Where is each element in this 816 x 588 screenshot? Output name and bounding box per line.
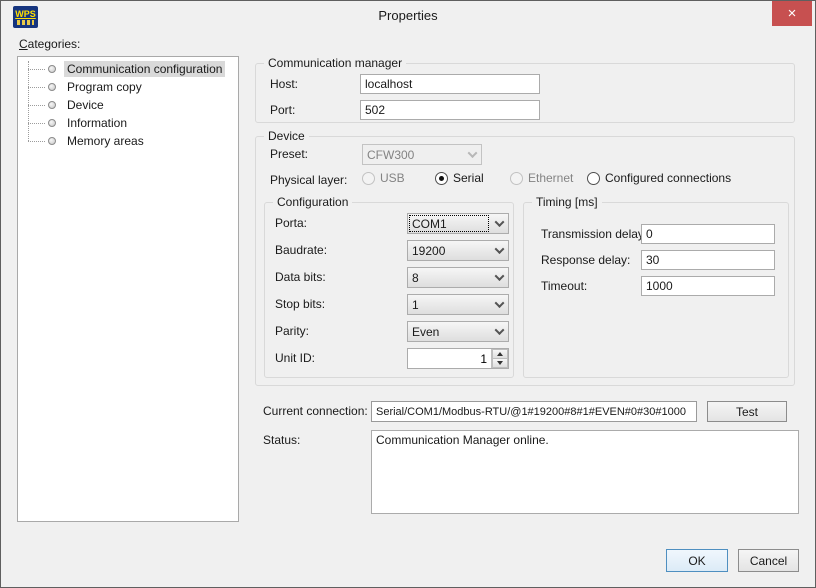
tree-node-icon bbox=[48, 137, 56, 145]
transmission-delay-label: Transmission delay: bbox=[541, 224, 647, 245]
host-label: Host: bbox=[270, 74, 298, 95]
spin-up-button[interactable] bbox=[492, 349, 508, 358]
radio-icon bbox=[587, 172, 600, 185]
chevron-down-icon bbox=[490, 301, 508, 308]
properties-dialog: WPS Properties × Categories: Communicati… bbox=[0, 0, 816, 588]
port-label: Port: bbox=[270, 100, 295, 121]
device-group: Device Preset: CFW300 Physical layer: US… bbox=[255, 136, 795, 386]
stop-bits-combobox[interactable]: 1 bbox=[407, 294, 509, 315]
timeout-input[interactable] bbox=[641, 276, 775, 296]
response-delay-input[interactable] bbox=[641, 250, 775, 270]
timeout-label: Timeout: bbox=[541, 276, 587, 297]
unit-id-spinner[interactable] bbox=[407, 348, 509, 369]
tree-node-icon bbox=[48, 83, 56, 91]
radio-icon bbox=[510, 172, 523, 185]
radio-serial[interactable]: Serial bbox=[435, 170, 484, 186]
status-textarea[interactable] bbox=[371, 430, 799, 514]
spin-down-button[interactable] bbox=[492, 358, 508, 368]
baudrate-label: Baudrate: bbox=[275, 240, 327, 261]
data-bits-combobox[interactable]: 8 bbox=[407, 267, 509, 288]
group-title: Device bbox=[264, 129, 309, 143]
porta-combobox[interactable]: COM1 bbox=[407, 213, 509, 234]
unit-id-label: Unit ID: bbox=[275, 348, 315, 369]
port-input[interactable] bbox=[360, 100, 540, 120]
tree-item-information[interactable]: Information bbox=[18, 114, 238, 132]
transmission-delay-input[interactable] bbox=[641, 224, 775, 244]
chevron-down-icon bbox=[490, 220, 508, 227]
tree-node-icon bbox=[48, 101, 56, 109]
communication-manager-group: Communication manager Host: Port: bbox=[255, 63, 795, 123]
configuration-group: Configuration Porta: COM1 Baudrate: 1920… bbox=[264, 202, 514, 378]
response-delay-label: Response delay: bbox=[541, 250, 630, 271]
close-button[interactable]: × bbox=[772, 1, 812, 26]
physical-layer-label: Physical layer: bbox=[270, 170, 347, 191]
chevron-down-icon bbox=[490, 274, 508, 281]
arrow-up-icon bbox=[497, 352, 503, 356]
porta-label: Porta: bbox=[275, 213, 307, 234]
chevron-down-icon bbox=[490, 247, 508, 254]
window-title: Properties bbox=[1, 1, 815, 31]
radio-usb: USB bbox=[362, 170, 405, 186]
preset-combobox: CFW300 bbox=[362, 144, 482, 165]
preset-label: Preset: bbox=[270, 144, 308, 165]
status-label: Status: bbox=[263, 430, 300, 451]
unit-id-input[interactable] bbox=[408, 349, 490, 368]
tree-node-icon bbox=[48, 65, 56, 73]
chevron-down-icon bbox=[463, 151, 481, 158]
stop-bits-label: Stop bits: bbox=[275, 294, 325, 315]
radio-icon bbox=[362, 172, 375, 185]
categories-tree: Communication configuration Program copy… bbox=[17, 56, 239, 522]
tree-item-communication-configuration[interactable]: Communication configuration bbox=[18, 60, 238, 78]
tree-item-memory-areas[interactable]: Memory areas bbox=[18, 132, 238, 150]
close-icon: × bbox=[788, 6, 797, 21]
test-button[interactable]: Test bbox=[707, 401, 787, 422]
radio-configured-connections[interactable]: Configured connections bbox=[587, 170, 731, 186]
arrow-down-icon bbox=[497, 361, 503, 365]
host-input[interactable] bbox=[360, 74, 540, 94]
current-connection-field[interactable] bbox=[371, 401, 697, 422]
timing-group: Timing [ms] Transmission delay: Response… bbox=[523, 202, 789, 378]
group-title: Timing [ms] bbox=[532, 195, 602, 209]
tree-item-device[interactable]: Device bbox=[18, 96, 238, 114]
ok-button[interactable]: OK bbox=[666, 549, 728, 572]
parity-combobox[interactable]: Even bbox=[407, 321, 509, 342]
tree-node-icon bbox=[48, 119, 56, 127]
radio-icon bbox=[435, 172, 448, 185]
data-bits-label: Data bits: bbox=[275, 267, 326, 288]
baudrate-combobox[interactable]: 19200 bbox=[407, 240, 509, 261]
cancel-button[interactable]: Cancel bbox=[738, 549, 799, 572]
chevron-down-icon bbox=[490, 328, 508, 335]
group-title: Configuration bbox=[273, 195, 352, 209]
radio-ethernet: Ethernet bbox=[510, 170, 573, 186]
parity-label: Parity: bbox=[275, 321, 309, 342]
current-connection-label: Current connection: bbox=[263, 401, 368, 422]
group-title: Communication manager bbox=[264, 56, 406, 70]
tree-item-program-copy[interactable]: Program copy bbox=[18, 78, 238, 96]
categories-label: Categories: bbox=[19, 37, 80, 51]
titlebar: WPS Properties × bbox=[1, 1, 815, 31]
